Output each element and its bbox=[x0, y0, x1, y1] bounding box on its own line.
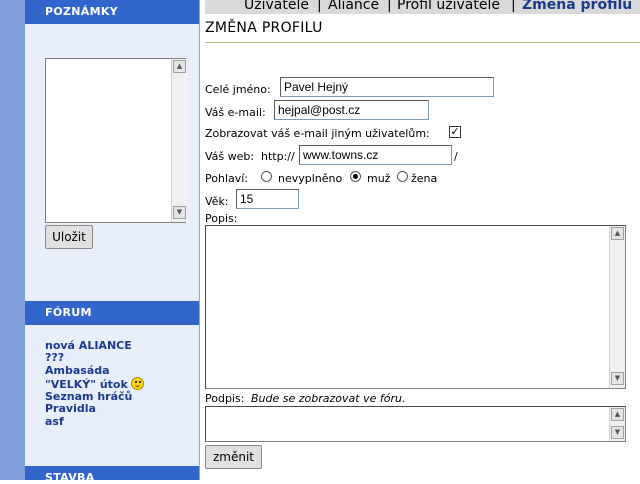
nav-link-uzivatele[interactable]: Uživatelé bbox=[244, 0, 309, 13]
breadcrumb: Uživatelé | Aliance | Profil uživatele |… bbox=[205, 0, 640, 14]
signature-label: Podpis: bbox=[205, 392, 245, 405]
gender-option-unspecified: nevyplněno bbox=[278, 172, 343, 185]
description-scrollbar[interactable]: ▲ ▼ bbox=[609, 226, 625, 388]
forum-link-velky-utok[interactable]: "VELKÝ" útok bbox=[45, 378, 128, 391]
web-prefix: http:// bbox=[261, 150, 295, 163]
notes-textarea[interactable]: ▲ ▼ bbox=[45, 58, 187, 223]
gender-option-female: žena bbox=[411, 172, 438, 185]
full-name-label: Celé jméno: bbox=[205, 83, 271, 96]
nav-link-aliance[interactable]: Aliance bbox=[328, 0, 379, 13]
email-input[interactable]: hejpal@post.cz bbox=[274, 100, 429, 120]
web-input[interactable]: www.towns.cz bbox=[299, 145, 452, 165]
scroll-down-icon[interactable]: ▼ bbox=[173, 206, 186, 219]
web-label: Váš web: bbox=[205, 150, 255, 163]
gender-label: Pohlaví: bbox=[205, 172, 249, 185]
build-section-title: STAVBA bbox=[25, 466, 200, 484]
scroll-up-icon[interactable]: ▲ bbox=[611, 227, 624, 240]
description-label: Popis: bbox=[205, 212, 238, 225]
nav-separator: | bbox=[511, 0, 516, 13]
signature-textarea[interactable]: ▲ ▼ bbox=[205, 406, 626, 442]
smiley-icon bbox=[130, 376, 144, 390]
page-title: ZMĚNA PROFILU bbox=[205, 20, 323, 36]
notes-scrollbar[interactable]: ▲ ▼ bbox=[171, 59, 187, 222]
forum-link-questions[interactable]: ??? bbox=[45, 351, 195, 364]
scroll-down-icon[interactable]: ▼ bbox=[611, 372, 624, 385]
nav-link-profil-uzivatele[interactable]: Profil uživatele bbox=[397, 0, 500, 13]
scroll-up-icon[interactable]: ▲ bbox=[173, 60, 186, 73]
gender-radio-male[interactable] bbox=[350, 171, 361, 182]
full-name-input[interactable]: Pavel Hejný bbox=[280, 77, 494, 97]
sidebar-divider bbox=[199, 0, 200, 480]
scroll-down-icon[interactable]: ▼ bbox=[611, 426, 624, 439]
signature-scrollbar[interactable]: ▲ ▼ bbox=[609, 407, 625, 441]
forum-links: nová ALIANCE ??? Ambasáda "VELKÝ" útok S… bbox=[45, 339, 195, 428]
title-divider bbox=[205, 42, 640, 43]
nav-separator: | bbox=[387, 0, 392, 13]
save-notes-button[interactable]: Uložit bbox=[45, 225, 93, 249]
forum-link-nova-aliance[interactable]: nová ALIANCE bbox=[45, 339, 195, 352]
show-email-checkbox[interactable]: ✓ bbox=[449, 126, 461, 138]
gender-radio-unspecified[interactable] bbox=[261, 171, 272, 182]
nav-separator: | bbox=[317, 0, 322, 13]
nav-current-zmena-profilu: Změna profilu bbox=[522, 0, 633, 13]
scroll-up-icon[interactable]: ▲ bbox=[611, 408, 624, 421]
signature-hint: Bude se zobrazovat ve fóru. bbox=[251, 392, 406, 405]
age-input[interactable]: 15 bbox=[236, 189, 299, 209]
forum-section-title: FÓRUM bbox=[25, 301, 200, 325]
email-label: Váš e-mail: bbox=[205, 106, 266, 119]
forum-link-pravidla[interactable]: Pravidla bbox=[45, 403, 195, 416]
show-email-label: Zobrazovat váš e-mail jiným uživatelům: bbox=[205, 127, 430, 140]
notes-section-title: POZNÁMKY bbox=[25, 0, 200, 24]
description-textarea[interactable]: ▲ ▼ bbox=[205, 225, 626, 389]
left-border-strip bbox=[0, 0, 25, 480]
sidebar: POZNÁMKY ▲ ▼ Uložit FÓRUM nová ALIANCE ?… bbox=[25, 0, 200, 484]
gender-radio-female[interactable] bbox=[397, 171, 408, 182]
submit-button[interactable]: změnit bbox=[205, 445, 262, 469]
gender-option-male: muž bbox=[367, 172, 391, 185]
web-suffix: / bbox=[454, 150, 458, 163]
forum-link-ambasada[interactable]: Ambasáda bbox=[45, 364, 195, 377]
age-label: Věk: bbox=[205, 195, 229, 208]
forum-link-asf[interactable]: asf bbox=[45, 415, 195, 428]
